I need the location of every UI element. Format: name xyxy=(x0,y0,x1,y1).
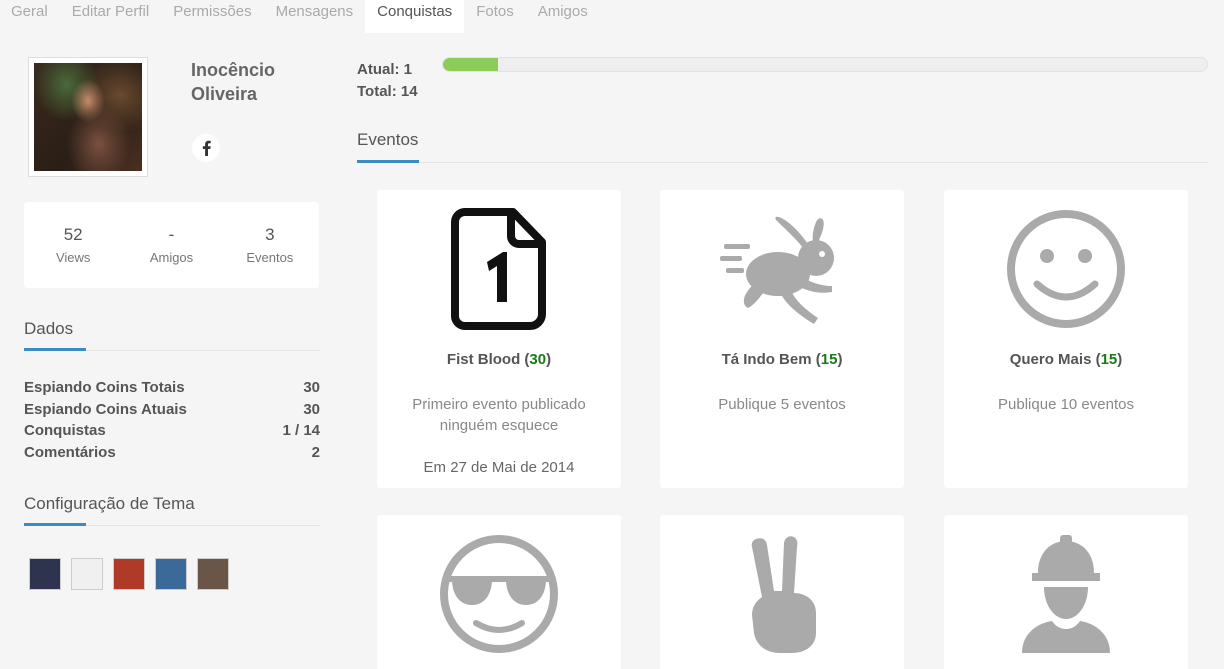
dados-value: 30 xyxy=(303,400,320,418)
theme-swatch-blue[interactable] xyxy=(155,558,187,590)
achievement-title: Tá Indo Bem (15) xyxy=(721,351,843,368)
list-item: Comentários 2 xyxy=(24,444,320,466)
achievement-points: 15 xyxy=(1100,351,1118,368)
achievement-card[interactable] xyxy=(660,515,904,669)
stat-value: 52 xyxy=(63,225,83,244)
achievement-date: Em 27 de Mai de 2014 xyxy=(423,459,575,476)
section-accent xyxy=(24,523,86,526)
dados-label: Comentários xyxy=(24,443,116,461)
section-divider xyxy=(357,162,1208,163)
construction-worker-icon xyxy=(944,533,1188,655)
stat-label: Amigos xyxy=(149,250,194,265)
dados-label: Espiando Coins Atuais xyxy=(24,400,187,418)
tab-fotos[interactable]: Fotos xyxy=(464,0,526,33)
progress-total: Total: 14 xyxy=(357,83,418,100)
tab-permissoes[interactable]: Permissões xyxy=(161,0,263,33)
achievement-card[interactable] xyxy=(377,515,621,669)
dados-title: Dados xyxy=(24,319,74,338)
tema-title: Configuração de Tema xyxy=(24,494,195,513)
tab-mensagens[interactable]: Mensagens xyxy=(264,0,366,33)
dados-list: Espiando Coins Totais 30 Espiando Coins … xyxy=(24,379,320,465)
stat-eventos: 3 Eventos xyxy=(221,202,319,288)
dados-label: Conquistas xyxy=(24,422,106,439)
section-accent xyxy=(24,348,86,351)
achievement-name: Fist Blood xyxy=(446,351,521,368)
achievement-points: 15 xyxy=(820,351,838,368)
list-item: Espiando Coins Totais 30 xyxy=(24,379,320,401)
list-item: Espiando Coins Atuais 30 xyxy=(24,401,320,423)
achievement-description: Publique 10 eventos xyxy=(998,396,1134,413)
tab-editar-perfil[interactable]: Editar Perfil xyxy=(60,0,162,33)
achievement-name: Quero Mais xyxy=(1009,351,1092,368)
stat-label: Views xyxy=(55,250,91,265)
victory-hand-icon xyxy=(660,533,904,655)
facebook-icon[interactable] xyxy=(192,134,220,162)
achievement-card[interactable]: Quero Mais (15) Publique 10 eventos xyxy=(944,190,1188,488)
smiley-icon xyxy=(944,208,1188,330)
dados-value: 30 xyxy=(303,379,320,396)
stat-label: Eventos xyxy=(246,250,294,265)
list-item: Conquistas 1 / 14 xyxy=(24,422,320,444)
profile-name: Inocêncio Oliveira xyxy=(191,60,276,104)
section-accent xyxy=(357,160,419,163)
stat-value: 3 xyxy=(265,225,275,244)
theme-swatch-brown[interactable] xyxy=(197,558,229,590)
achievement-card[interactable] xyxy=(944,515,1188,669)
progress-atual: Atual: 1 xyxy=(357,61,413,78)
achievement-title: Quero Mais (15) xyxy=(1009,351,1123,368)
theme-swatches xyxy=(29,558,229,590)
achievement-description: Primeiro evento publicado ninguém esquec… xyxy=(412,396,586,434)
tab-conquistas[interactable]: Conquistas xyxy=(365,0,465,33)
dados-value: 2 xyxy=(311,443,320,461)
dados-label: Espiando Coins Totais xyxy=(24,379,185,396)
rabbit-icon xyxy=(660,208,904,330)
progress-summary: Atual: 1 Total: 14 xyxy=(357,59,418,103)
avatar-photo xyxy=(34,63,142,171)
achievement-card[interactable]: Tá Indo Bem (15) Publique 5 eventos xyxy=(660,190,904,488)
theme-swatch-red[interactable] xyxy=(113,558,145,590)
profile-stats: 52 Views - Amigos 3 Eventos xyxy=(24,202,319,288)
sunglasses-smiley-icon xyxy=(377,533,621,655)
dados-value: 1 / 14 xyxy=(282,422,320,439)
eventos-title: Eventos xyxy=(357,130,419,149)
achievement-description: Publique 5 eventos xyxy=(718,396,846,413)
progress-fill xyxy=(443,58,498,71)
achievement-points: 30 xyxy=(529,351,547,368)
theme-swatch-white[interactable] xyxy=(71,558,103,590)
progress-bar xyxy=(442,57,1208,72)
avatar xyxy=(28,57,148,177)
stat-amigos: - Amigos xyxy=(122,202,220,288)
achievement-title: Fist Blood (30) xyxy=(446,351,552,368)
stat-views: 52 Views xyxy=(24,202,122,288)
achievement-name: Tá Indo Bem xyxy=(721,351,812,368)
achievement-card[interactable]: Fist Blood (30) Primeiro evento publicad… xyxy=(377,190,621,488)
document-one-icon xyxy=(377,208,621,330)
stat-value: - xyxy=(168,225,175,244)
theme-swatch-navy[interactable] xyxy=(29,558,61,590)
tab-geral[interactable]: Geral xyxy=(0,0,60,33)
tab-amigos[interactable]: Amigos xyxy=(526,0,600,33)
tab-bar: Geral Editar Perfil Permissões Mensagens… xyxy=(0,0,600,33)
